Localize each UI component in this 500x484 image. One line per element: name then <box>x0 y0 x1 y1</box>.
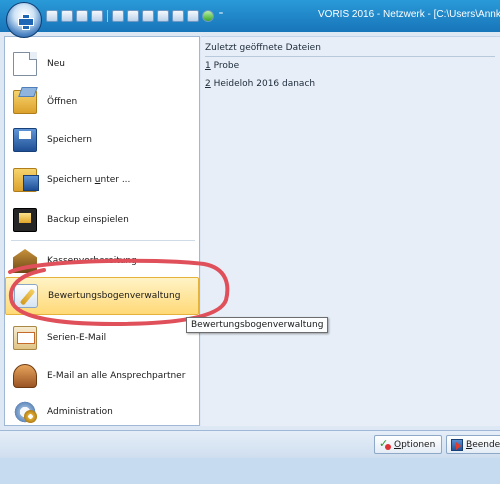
open-folder-icon <box>13 90 37 114</box>
save-as-icon <box>13 168 39 192</box>
edit-icon[interactable] <box>157 10 169 22</box>
menu-item-label: Serien-E-Mail <box>47 333 107 343</box>
menu-item-backup[interactable]: Backup einspielen <box>5 201 199 239</box>
menu-item-label: Kassenvorbereitung <box>47 256 137 266</box>
recent-file-item[interactable]: 1 Probe <box>205 61 239 71</box>
customize-toolbar-icon[interactable]: ⁼ <box>217 11 225 21</box>
menu-item-open[interactable]: Öffnen <box>5 83 199 121</box>
refresh-icon[interactable] <box>202 10 214 22</box>
recent-file-item[interactable]: 2 Heideloh 2016 danach <box>205 79 315 89</box>
menu-item-save-as[interactable]: Speichern unter ... <box>5 161 199 199</box>
list-icon[interactable] <box>112 10 124 22</box>
book-icon[interactable] <box>76 10 88 22</box>
menu-item-evaluation-forms[interactable]: Bewertungsbogenverwaltung <box>5 277 199 315</box>
application-menu-button[interactable] <box>6 2 42 38</box>
admin-icon <box>13 400 37 424</box>
menu-item-label: E-Mail an alle Ansprechpartner <box>47 371 186 381</box>
menu-item-save[interactable]: Speichern <box>5 121 199 159</box>
new-document-icon <box>13 52 37 76</box>
list-icon[interactable] <box>127 10 139 22</box>
menu-item-email-all-contacts[interactable]: E-Mail an alle Ansprechpartner <box>5 357 199 395</box>
edit-icon[interactable] <box>172 10 184 22</box>
mail-icon <box>13 326 37 350</box>
window-background <box>0 458 500 484</box>
quick-access-toolbar: ⁼ <box>46 9 225 23</box>
toolbar-separator <box>107 10 108 22</box>
save-disk-icon <box>13 128 37 152</box>
people-icon[interactable] <box>91 10 103 22</box>
contacts-icon <box>13 364 37 388</box>
recent-files-header: Zuletzt geöffnete Dateien <box>205 43 495 57</box>
wrench-icon <box>14 284 38 308</box>
menu-footer: Optionen Beenden <box>0 430 500 458</box>
menu-item-label: Bewertungsbogenverwaltung <box>48 291 181 301</box>
options-icon <box>379 437 391 451</box>
menu-item-new[interactable]: Neu <box>5 45 199 83</box>
menu-item-label: Administration <box>47 407 113 417</box>
menu-item-label: Speichern <box>47 135 92 145</box>
backup-icon <box>13 208 37 232</box>
save-icon[interactable] <box>46 10 58 22</box>
options-button[interactable]: Optionen <box>374 435 442 454</box>
exit-button-label: Beenden <box>466 439 500 450</box>
recent-files-pane: Zuletzt geöffnete Dateien 1 Probe 2 Heid… <box>201 36 500 426</box>
menu-item-serial-email[interactable]: Serien-E-Mail <box>5 319 199 357</box>
plus-icon <box>18 14 34 30</box>
menu-item-label: Neu <box>47 59 65 69</box>
application-menu: Neu Öffnen Speichern Speichern unter ...… <box>0 32 500 430</box>
form-icon[interactable] <box>187 10 199 22</box>
menu-item-label: Backup einspielen <box>47 215 129 225</box>
edit-icon[interactable] <box>142 10 154 22</box>
menu-item-administration[interactable]: Administration <box>5 393 199 431</box>
menu-item-cash-preparation[interactable]: Kassenvorbereitung <box>5 242 199 280</box>
exit-icon <box>451 438 463 451</box>
tooltip: Bewertungsbogenverwaltung <box>186 317 329 333</box>
menu-item-label: Öffnen <box>47 97 78 107</box>
print-icon[interactable] <box>61 10 73 22</box>
menu-commands: Neu Öffnen Speichern Speichern unter ...… <box>4 36 200 426</box>
bank-icon <box>13 249 37 273</box>
window-title: VORIS 2016 - Netzwerk - [C:\Users\Annkat <box>318 9 500 20</box>
options-button-label: Optionen <box>394 439 436 450</box>
menu-item-label: Speichern unter ... <box>47 175 131 185</box>
menu-divider <box>11 240 195 241</box>
title-bar: ⁼ VORIS 2016 - Netzwerk - [C:\Users\Annk… <box>0 0 500 32</box>
exit-button[interactable]: Beenden <box>446 435 500 454</box>
